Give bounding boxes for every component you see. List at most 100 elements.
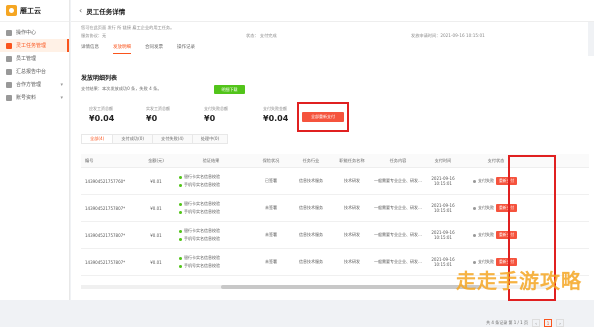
stat-paid: 实发工资总额 ¥0 (146, 106, 170, 123)
detail-tabs: 详情信息 发放明细 合同发票 操作记录 (81, 44, 195, 54)
col-task: 任务内容 (373, 158, 423, 164)
repay-button[interactable]: 重新支付 (496, 177, 517, 185)
row-task: 一般需要专业企业、研发… (373, 205, 423, 211)
row-amount: ¥0.01 (141, 260, 171, 265)
col-verify: 验证结果 (171, 158, 251, 164)
verify-phone: 手机号实名信息校验 (184, 182, 220, 188)
payout-table: 编号 金额(元) 验证结果 保险状况 任务行业 职能任务名称 任务内容 支付时间… (81, 154, 589, 276)
page-title: 灵工任务详情 (86, 6, 125, 16)
sidebar-item-report[interactable]: 汇总报告中台 (0, 65, 69, 78)
row-task: 一般需要专业企业、研发… (373, 178, 423, 184)
status-dot-icon (473, 261, 476, 264)
stat-label: 实发工资总额 (146, 106, 170, 112)
tab-log[interactable]: 操作记录 (177, 44, 195, 54)
status-dot-icon (473, 207, 476, 210)
stat-value: ¥0.04 (89, 114, 114, 123)
col-status: 支付状态 (463, 158, 511, 164)
col-id: 编号 (81, 158, 141, 164)
sidebar-item-account[interactable]: 账号资料 ▾ (0, 91, 69, 104)
repay-all-button[interactable]: 全部重新支付 (302, 112, 344, 122)
verify-phone: 手机号实名信息校验 (184, 236, 220, 242)
status-filter-tabs: 全部(4) 支付成功(0) 支付失败(4) 处理中(0) (81, 134, 228, 144)
apply-time: 发放申请时间：2021-09-16 10:15:01 (411, 33, 485, 39)
subtab-success[interactable]: 支付成功(0) (112, 134, 152, 144)
chevron-down-icon: ▾ (60, 95, 63, 101)
col-insurance: 保险状况 (251, 158, 291, 164)
row-status: 支付失败重新支付 (463, 177, 521, 185)
row-id: 143904521757807* (81, 206, 141, 211)
table-row: 143904521757807*¥0.01银行卡实名信息校验手机号实名信息校验未… (81, 195, 589, 222)
stat-label: 支付失败金额 (263, 106, 288, 112)
table-row: 143904521757760*¥0.01银行卡实名信息校验手机号实名信息校验已… (81, 168, 589, 195)
stat-payable: 应发工资总额 ¥0.04 (89, 106, 114, 123)
sidebar-item-label: 员工管理 (16, 55, 36, 62)
prev-page-button[interactable]: ‹ (532, 319, 540, 327)
tab-contract[interactable]: 合同发票 (145, 44, 163, 54)
stat-value: ¥0 (146, 114, 170, 123)
account-icon (6, 95, 12, 101)
info-card: 您可在此页面 发行 所 链接 雇工企业的用工任务。 服务协议：无 状态： 支付完… (71, 22, 588, 60)
chevron-down-icon: ▾ (60, 82, 63, 88)
sidebar-item-task-management[interactable]: 灵工任务管理 (0, 39, 69, 52)
task-icon (6, 43, 12, 49)
row-insurance: 已签署 (251, 178, 291, 184)
home-icon (6, 30, 12, 36)
sidebar-item-employee[interactable]: 员工管理 (0, 52, 69, 65)
status-text: 支付失败 (478, 232, 494, 238)
subtab-processing[interactable]: 处理中(0) (192, 134, 229, 144)
row-time: 2021-09-16 10:15:01 (423, 176, 463, 186)
service-agreement: 服务协议：无 (81, 33, 106, 39)
tab-payout[interactable]: 发放明细 (113, 44, 131, 54)
verify-bank: 银行卡实名信息校验 (184, 201, 220, 207)
row-time: 2021-09-16 10:15:01 (423, 230, 463, 240)
download-button[interactable]: 明细下载 (214, 85, 245, 94)
check-icon (179, 265, 182, 268)
tab-detail[interactable]: 详情信息 (81, 44, 99, 54)
status-dot-icon (473, 234, 476, 237)
main-area: ‹ 灵工任务详情 您可在此页面 发行 所 链接 雇工企业的用工任务。 服务协议：… (71, 0, 594, 300)
logo-icon (6, 5, 17, 16)
subtab-all[interactable]: 全部(4) (81, 134, 112, 144)
row-verify: 银行卡实名信息校验手机号实名信息校验 (171, 255, 251, 269)
row-job: 技术研发 (331, 259, 373, 265)
row-verify: 银行卡实名信息校验手机号实名信息校验 (171, 174, 251, 188)
sidebar-item-label: 账号资料 (16, 94, 36, 101)
repay-button[interactable]: 重新支付 (496, 231, 517, 239)
sidebar-item-partner[interactable]: 合作方管理▾ (0, 78, 69, 91)
report-icon (6, 69, 12, 75)
row-status: 支付失败重新支付 (463, 231, 521, 239)
repay-button[interactable]: 重新支付 (496, 204, 517, 212)
check-icon (179, 176, 182, 179)
verify-phone: 手机号实名信息校验 (184, 263, 220, 269)
check-icon (179, 211, 182, 214)
scrollbar-thumb[interactable] (221, 285, 481, 289)
back-icon[interactable]: ‹ (79, 6, 82, 15)
header: ‹ 灵工任务详情 (71, 0, 594, 22)
stat-failed-total: 支付失败总额 ¥0 (204, 106, 228, 123)
sidebar-item-label: 汇总报告中台 (16, 68, 46, 75)
verify-bank: 银行卡实名信息校验 (184, 228, 220, 234)
next-page-button[interactable]: › (556, 319, 564, 327)
watermark: 走走手游攻略 (456, 265, 582, 294)
page-number[interactable]: 1 (544, 319, 552, 327)
row-id: 143904521757807* (81, 260, 141, 265)
stat-label: 支付失败总额 (204, 106, 228, 112)
sidebar-item-operation-center[interactable]: 操作中心 (0, 26, 69, 39)
status-text: 状态： 支付完成 (246, 33, 277, 39)
sidebar-item-label: 操作中心 (16, 29, 36, 36)
row-amount: ¥0.01 (141, 233, 171, 238)
pagination: 共 4 条记录 第 1 / 1 页 ‹ 1 › (486, 319, 564, 327)
status-text: 支付失败 (478, 178, 494, 184)
stat-label: 应发工资总额 (89, 106, 114, 112)
verify-bank: 银行卡实名信息校验 (184, 255, 220, 261)
table-header: 编号 金额(元) 验证结果 保险状况 任务行业 职能任务名称 任务内容 支付时间… (81, 154, 589, 168)
user-icon (6, 56, 12, 62)
row-insurance: 未签署 (251, 232, 291, 238)
stat-value: ¥0 (204, 114, 228, 123)
payout-panel: 发放明细列表 支付结果：本次发放成功0 条，失败 4 条。 明细下载 应发工资总… (71, 56, 594, 300)
row-amount: ¥0.01 (141, 206, 171, 211)
col-job: 职能任务名称 (331, 158, 373, 164)
col-time: 支付时间 (423, 158, 463, 164)
row-task: 一般需要专业企业、研发… (373, 232, 423, 238)
subtab-failed[interactable]: 支付失败(4) (152, 134, 192, 144)
